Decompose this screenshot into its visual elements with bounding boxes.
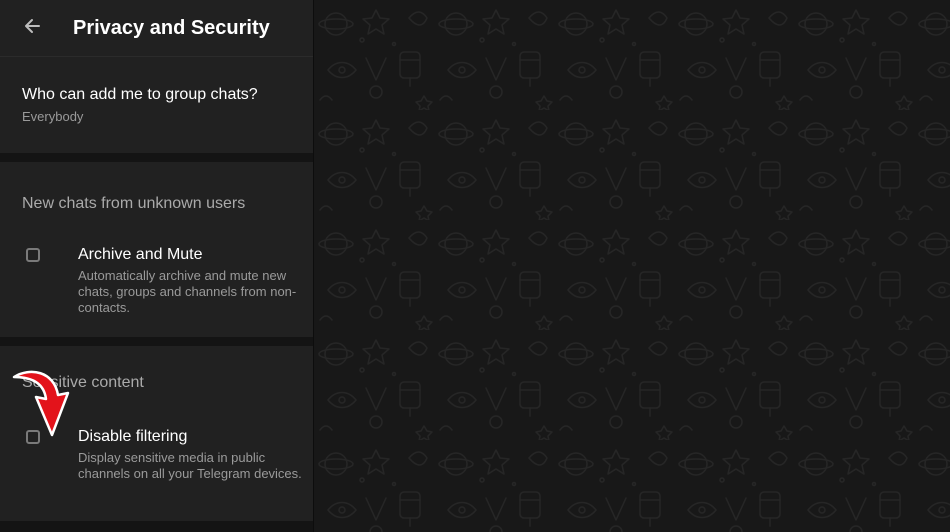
sensitive-content-section-label: Sensitive content xyxy=(22,374,144,391)
settings-panel: Privacy and Security Who can add me to g… xyxy=(0,0,314,532)
disable-filtering-checkbox[interactable] xyxy=(26,430,40,444)
doodle-pattern-icon xyxy=(314,0,950,532)
back-button[interactable] xyxy=(0,0,64,56)
app-window: Privacy and Security Who can add me to g… xyxy=(0,0,950,532)
arrow-left-icon xyxy=(22,16,42,41)
archive-and-mute-checkbox[interactable] xyxy=(26,248,40,262)
disable-filtering-description: Display sensitive media in public channe… xyxy=(78,450,302,481)
unknown-users-section: New chats from unknown users Archive and… xyxy=(0,162,313,337)
group-chats-setting[interactable]: Who can add me to group chats? Everybody xyxy=(0,57,313,153)
disable-filtering-title[interactable]: Disable filtering xyxy=(78,428,187,446)
section-divider xyxy=(0,153,313,162)
chat-background xyxy=(314,0,950,532)
group-chats-title: Who can add me to group chats? xyxy=(22,86,258,103)
unknown-users-section-label: New chats from unknown users xyxy=(22,195,246,212)
settings-header: Privacy and Security xyxy=(0,0,313,57)
section-divider xyxy=(0,337,313,346)
page-title: Privacy and Security xyxy=(73,16,270,39)
archive-and-mute-description: Automatically archive and mute new chats… xyxy=(78,268,297,315)
archive-and-mute-title[interactable]: Archive and Mute xyxy=(78,246,203,264)
group-chats-value: Everybody xyxy=(22,109,84,124)
sensitive-content-section: Sensitive content Disable filtering Disp… xyxy=(0,346,313,521)
